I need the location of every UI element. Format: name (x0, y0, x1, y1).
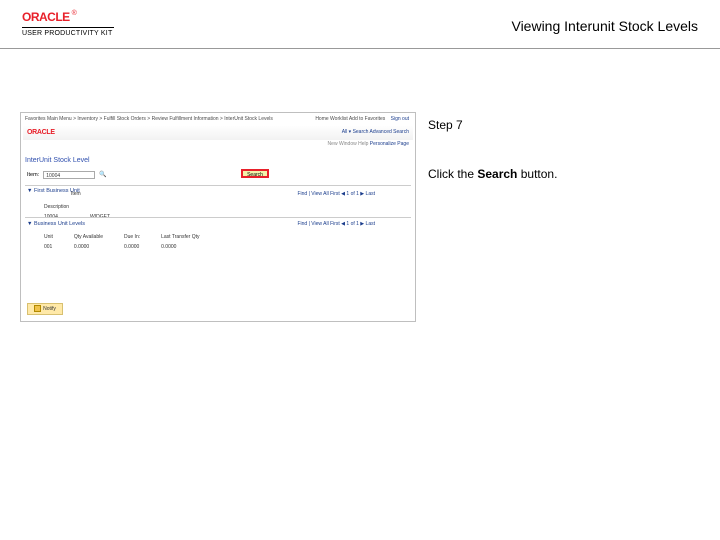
notify-icon (34, 305, 41, 312)
divider (25, 217, 411, 218)
sign-out-link[interactable]: Sign out (391, 116, 409, 122)
notify-label: Notify (43, 306, 56, 312)
item-grid: Description 10004 WIDGET (41, 201, 130, 223)
bu-grid-pager[interactable]: Find | View All First ◀ 1 of 1 ▶ Last (297, 221, 375, 227)
header-quick-links[interactable]: Home Worklist Add to Favorites (315, 116, 385, 122)
cell-last-transfer-qty: 0.0000 (160, 243, 217, 251)
search-button[interactable]: Search (241, 169, 269, 178)
component-title: InterUnit Stock Level (25, 157, 90, 164)
col-last-transfer-qty: Last Transfer Qty (160, 233, 217, 241)
instruction-panel: Step 7 Click the Search button. (428, 116, 698, 183)
branding-bar: ORACLE All ▾ Search Advanced Search (23, 126, 413, 140)
cell-due-in: 0.0000 (123, 243, 158, 251)
product-line-label: USER PRODUCTIVITY KIT (22, 30, 118, 37)
cell-qty-available: 0.0000 (73, 243, 121, 251)
divider (25, 185, 411, 186)
table-row: Description (43, 203, 128, 211)
step-label: Step 7 (428, 116, 698, 135)
instruction-prefix: Click the (428, 167, 477, 181)
oracle-wordmark: ORACLE (22, 10, 70, 24)
app-screenshot-thumbnail: Favorites Main Menu > Inventory > Fulfil… (20, 112, 416, 322)
col-due-in: Due In: (123, 233, 158, 241)
page-title: Viewing Interunit Stock Levels (511, 18, 698, 34)
new-window-help[interactable]: New Window Help (328, 141, 370, 147)
breadcrumb-bar: Favorites Main Menu > Inventory > Fulfil… (25, 116, 411, 125)
logo-separator (22, 27, 114, 28)
oracle-logo: ORACLE ® (22, 10, 118, 24)
personalize-page-link[interactable]: Personalize Page (370, 141, 409, 147)
breadcrumb[interactable]: Favorites Main Menu > Inventory > Fulfil… (25, 116, 273, 122)
global-search-area[interactable]: All ▾ Search Advanced Search (342, 129, 409, 135)
instruction-bold: Search (477, 167, 517, 181)
table-row: Unit Qty Available Due In: Last Transfer… (43, 233, 217, 241)
page-header: ORACLE ® USER PRODUCTIVITY KIT Viewing I… (0, 0, 720, 49)
page-utility-links: New Window Help Personalize Page (21, 141, 415, 151)
oracle-wordmark-small: ORACLE (27, 129, 55, 136)
notify-button[interactable]: Notify (27, 303, 63, 315)
lookup-icon[interactable]: 🔍 (99, 171, 107, 179)
brand-block: ORACLE ® USER PRODUCTIVITY KIT (22, 10, 118, 37)
bu-section-toggle[interactable]: ▼ Business Unit Levels (27, 221, 85, 227)
registered-mark: ® (72, 10, 77, 17)
bu-grid: Unit Qty Available Due In: Last Transfer… (41, 231, 219, 253)
col-unit: Unit (43, 233, 71, 241)
item-search-row: Item: 10004 🔍 (27, 169, 107, 181)
table-row: 001 0.0000 0.0000 0.0000 (43, 243, 217, 251)
item-grid-title: Item (71, 191, 81, 197)
instruction-suffix: button. (517, 167, 557, 181)
item-label: Item: (27, 172, 39, 178)
instruction-text: Click the Search button. (428, 165, 698, 184)
header-links: Home Worklist Add to Favorites Sign out (315, 116, 409, 122)
item-grid-pager[interactable]: Find | View All First ◀ 1 of 1 ▶ Last (297, 191, 375, 197)
cell-unit: 001 (43, 243, 71, 251)
col-qty-available: Qty Available (73, 233, 121, 241)
item-description-label: Description (43, 203, 87, 211)
item-input[interactable]: 10004 (43, 171, 95, 179)
